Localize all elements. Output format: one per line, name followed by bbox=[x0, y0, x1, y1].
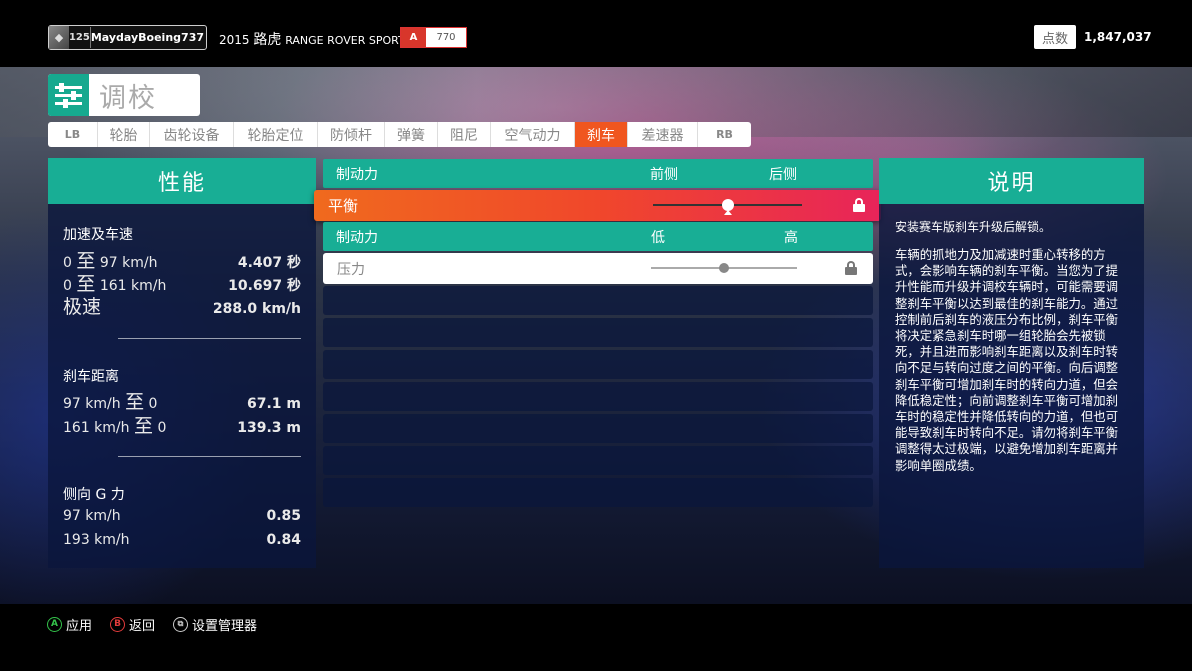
stat-label: 161 km/h 至 0 bbox=[63, 415, 167, 437]
empty-slot bbox=[323, 286, 873, 315]
pi-badge: A 770 bbox=[400, 27, 467, 48]
car-make: 路虎 bbox=[253, 32, 282, 48]
credits-value: 1,847,037 bbox=[1084, 30, 1152, 44]
tab-antiroll-bars[interactable]: 防倾杆 bbox=[318, 122, 385, 147]
stat-label: 97 km/h 至 0 bbox=[63, 391, 158, 413]
tab-differential[interactable]: 差速器 bbox=[628, 122, 698, 147]
description-intro: 安装赛车版刹车升级后解锁。 bbox=[895, 220, 1052, 234]
group-label: 制动力 bbox=[336, 166, 378, 183]
column-label-low: 低 bbox=[651, 229, 665, 246]
accel-title: 加速及车速 bbox=[63, 227, 133, 243]
top-speed-label: 极速 bbox=[63, 296, 102, 318]
column-label-high: 高 bbox=[784, 229, 798, 246]
tab-gearing[interactable]: 齿轮设备 bbox=[150, 122, 234, 147]
tuning-panel: 制动力 前侧 后侧 平衡 制动力 低 高 压力 bbox=[314, 158, 881, 568]
page-title: 调校 bbox=[99, 82, 157, 114]
stat-label: 193 km/h bbox=[63, 532, 130, 548]
column-label-front: 前侧 bbox=[650, 166, 678, 183]
player-level: 125 bbox=[68, 32, 90, 43]
description-panel: 说明 安装赛车版刹车升级后解锁。 车辆的抓地力及加减速时重心转移的方式，会影响车… bbox=[879, 158, 1144, 568]
group-label: 制动力 bbox=[336, 229, 378, 246]
pressure-slider-knob[interactable] bbox=[719, 263, 729, 273]
brake-force-header-2: 制动力 低 高 bbox=[323, 222, 873, 251]
a-button-icon: A bbox=[47, 616, 62, 632]
lock-icon bbox=[853, 198, 865, 212]
performance-panel: 性能 加速及车速 0 至 97 km/h 4.407 秒 0 至 161 km/… bbox=[48, 158, 316, 568]
braking-row-161: 161 km/h 至 0 139.3 m bbox=[63, 411, 301, 438]
empty-slot bbox=[323, 350, 873, 379]
column-label-rear: 后侧 bbox=[769, 166, 797, 183]
description-body: 车辆的抓地力及加减速时重心转移的方式，会影响车辆的刹车平衡。当您为了提升性能而升… bbox=[895, 247, 1119, 473]
empty-slot bbox=[323, 382, 873, 411]
bottom-bar bbox=[0, 604, 1192, 671]
stat-value: 67.1 m bbox=[246, 396, 301, 412]
avatar: ◆ bbox=[49, 26, 69, 49]
b-button-icon: B bbox=[110, 616, 125, 632]
tuning-tabs: LB 轮胎 齿轮设备 轮胎定位 防倾杆 弹簧 阻尼 空气动力 刹车 差速器 RB bbox=[48, 122, 751, 147]
top-speed-value: 288.0 km/h bbox=[212, 301, 301, 317]
view-button-icon: ⧉ bbox=[173, 616, 188, 632]
car-year: 2015 bbox=[219, 33, 250, 47]
lateral-row-193: 193 km/h 0.84 bbox=[63, 532, 301, 548]
credits-label: 点数 bbox=[1034, 25, 1076, 49]
tab-aero[interactable]: 空气动力 bbox=[491, 122, 575, 147]
divider bbox=[118, 456, 301, 457]
tab-alignment[interactable]: 轮胎定位 bbox=[234, 122, 318, 147]
divider bbox=[118, 338, 301, 339]
stat-label: 97 km/h bbox=[63, 508, 121, 524]
apply-label: 应用 bbox=[66, 618, 93, 634]
pressure-slider-row[interactable]: 压力 bbox=[323, 253, 873, 284]
brake-force-header: 制动力 前侧 后侧 bbox=[323, 159, 873, 188]
pressure-label: 压力 bbox=[337, 261, 365, 278]
balance-label: 平衡 bbox=[328, 197, 359, 215]
lock-icon bbox=[845, 261, 857, 275]
setup-manager-label: 设置管理器 bbox=[192, 618, 258, 634]
stat-value: 0.84 bbox=[266, 532, 301, 548]
description-header: 说明 bbox=[879, 158, 1144, 204]
tab-springs[interactable]: 弹簧 bbox=[385, 122, 438, 147]
back-hint[interactable]: B 返回 bbox=[110, 616, 156, 634]
lateral-row-97: 97 km/h 0.85 bbox=[63, 508, 301, 524]
page-title-box: 调校 bbox=[48, 74, 200, 116]
empty-slot bbox=[323, 478, 873, 507]
lateral-g-title: 侧向 G 力 bbox=[63, 487, 125, 503]
stat-value: 0.85 bbox=[266, 508, 301, 524]
tab-damping[interactable]: 阻尼 bbox=[438, 122, 491, 147]
empty-slot bbox=[323, 446, 873, 475]
balance-default-marker bbox=[723, 210, 732, 215]
tab-brakes[interactable]: 刹车 bbox=[575, 122, 628, 147]
braking-row-97: 97 km/h 至 0 67.1 m bbox=[63, 387, 301, 414]
player-chip: ◆ 125 MaydayBoeing737 bbox=[48, 25, 207, 50]
tab-rb[interactable]: RB bbox=[698, 122, 751, 147]
stat-value: 139.3 m bbox=[237, 420, 301, 436]
pi-value: 770 bbox=[426, 28, 466, 47]
empty-slot bbox=[323, 414, 873, 443]
performance-header: 性能 bbox=[48, 158, 316, 204]
top-speed-row: 极速 288.0 km/h bbox=[63, 292, 301, 319]
tab-tires[interactable]: 轮胎 bbox=[98, 122, 150, 147]
car-name: 2015 路虎 RANGE ROVER SPORT SVR bbox=[219, 29, 430, 49]
gamertag: MaydayBoeing737 bbox=[89, 27, 204, 48]
back-label: 返回 bbox=[129, 618, 156, 634]
setup-manager-hint[interactable]: ⧉ 设置管理器 bbox=[173, 616, 258, 634]
empty-slot bbox=[323, 318, 873, 347]
balance-slider-row[interactable]: 平衡 bbox=[314, 190, 881, 221]
tuning-sliders-icon bbox=[48, 74, 89, 116]
tab-lb[interactable]: LB bbox=[48, 122, 98, 147]
pi-class: A bbox=[401, 28, 426, 47]
apply-hint[interactable]: A 应用 bbox=[47, 616, 93, 634]
braking-title: 刹车距离 bbox=[63, 369, 119, 385]
